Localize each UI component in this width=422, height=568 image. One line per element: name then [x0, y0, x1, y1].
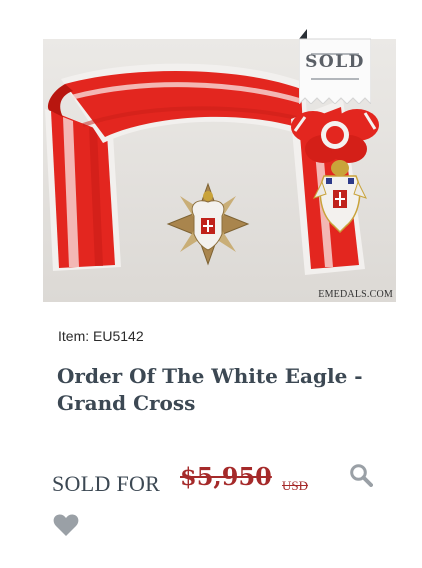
magnifier-icon[interactable] — [349, 463, 373, 487]
currency-label: USD — [282, 478, 309, 493]
heart-icon[interactable] — [53, 513, 79, 537]
item-number: Item: EU5142 — [58, 328, 144, 344]
product-title[interactable]: Order Of The White Eagle - Grand Cross — [57, 363, 377, 417]
watermark: EMEDALS.COM — [318, 289, 393, 300]
sold-badge: SOLD — [298, 29, 372, 106]
sold-price: $5,950 — [180, 462, 272, 491]
sold-for-label: SOLD FOR — [52, 471, 161, 496]
sold-badge-label: SOLD — [305, 52, 365, 72]
